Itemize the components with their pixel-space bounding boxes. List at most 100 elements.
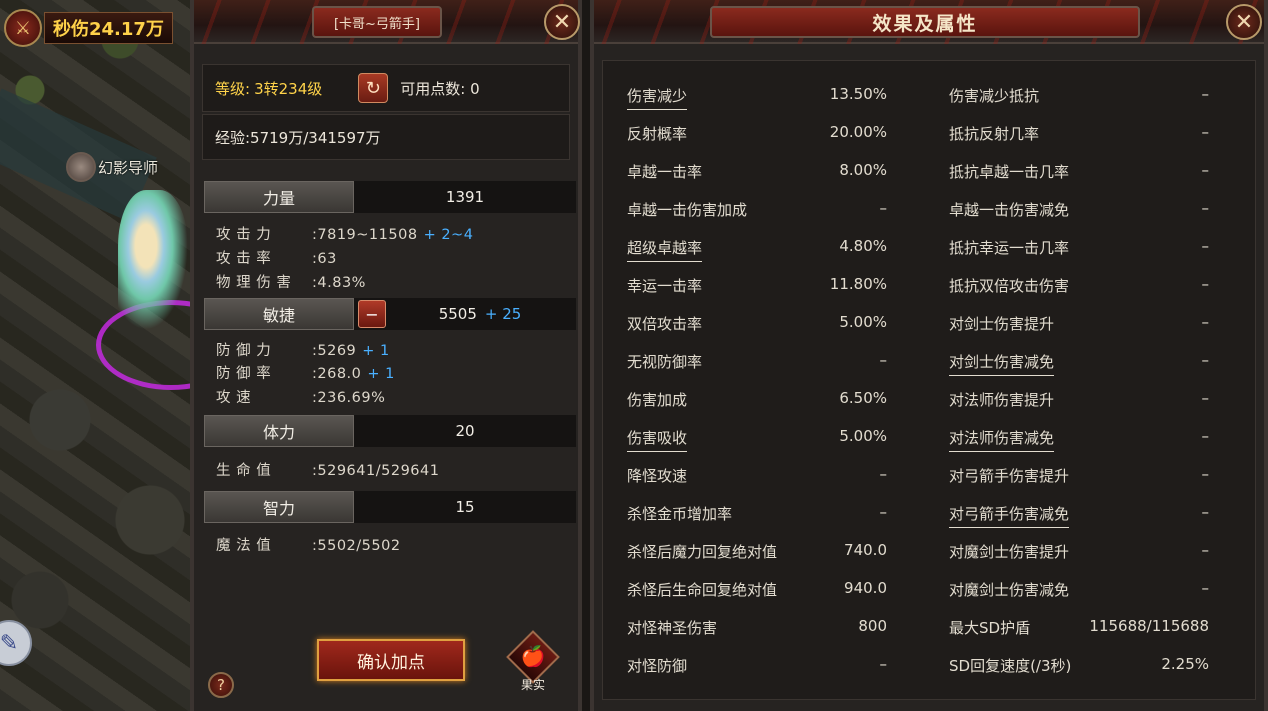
fruit-button[interactable]: 🍎 果实: [506, 630, 560, 692]
attr-row: 超级卓越率 4.80%: [627, 237, 887, 262]
energy-value: 15: [455, 498, 475, 516]
exp-box: 经验:5719万/341597万: [202, 114, 570, 160]
attr-row: 对剑士伤害提升 –: [949, 313, 1209, 335]
attr-value: 2.25%: [1161, 655, 1209, 673]
game-scene[interactable]: ⚔ 秒伤24.17万 幻影导师 ✎: [0, 0, 190, 711]
attr-name: 对弓箭手伤害提升: [949, 467, 1070, 485]
close-icon[interactable]: ✕: [1226, 4, 1262, 40]
attr-value: –: [1201, 85, 1210, 103]
attr-row: 伤害减少抵抗 –: [949, 85, 1209, 107]
attr-row: 幸运一击率 11.80%: [627, 275, 887, 297]
sub-val: :268.0: [312, 366, 362, 382]
attr-value: –: [879, 351, 888, 369]
attr-value: –: [879, 199, 888, 217]
attr-row: 抵抗幸运一击几率 –: [949, 237, 1209, 259]
attr-value: –: [879, 655, 888, 673]
close-icon[interactable]: ✕: [544, 4, 580, 40]
sub-key: 防 御 率: [216, 366, 272, 382]
attr-value: 20.00%: [829, 123, 887, 141]
attr-name: 卓越一击伤害加成: [627, 201, 748, 219]
attr-name[interactable]: 对法师伤害减免: [949, 427, 1055, 452]
attr-row: 对弓箭手伤害减免 –: [949, 503, 1209, 528]
dps-label: 秒伤24.17万: [44, 12, 173, 44]
panel-header: 效果及属性 ✕: [594, 0, 1264, 44]
attr-name: 杀怪金币增加率: [627, 505, 733, 523]
level-box: 等级: 3转234级 ↻ 可用点数: 0: [202, 64, 570, 112]
sub-key: 攻 击 率: [216, 251, 272, 267]
attr-row: 杀怪后生命回复绝对值 940.0: [627, 579, 887, 601]
attr-row: 杀怪后魔力回复绝对值 740.0: [627, 541, 887, 563]
attr-row: 对怪神圣伤害 800: [627, 617, 887, 639]
attr-value: –: [1201, 541, 1210, 559]
sub-val: :7819~11508: [312, 227, 418, 243]
npc-tag[interactable]: 幻影导师: [66, 152, 158, 182]
strength-value: 1391: [445, 188, 485, 206]
attr-name: 幸运一击率: [627, 277, 703, 295]
attr-name: 对怪神圣伤害: [627, 619, 718, 637]
attr-name: SD回复速度(/3秒): [949, 657, 1072, 675]
attr-name: 对魔剑士伤害提升: [949, 543, 1070, 561]
sub-key: 生 命 值: [216, 463, 272, 479]
attr-name[interactable]: 对剑士伤害减免: [949, 351, 1055, 376]
attr-name: 降怪攻速: [627, 467, 688, 485]
sub-key: 攻 速: [216, 390, 252, 406]
stat-row-energy: 智力 15: [204, 491, 576, 523]
attr-row: 抵抗反射几率 –: [949, 123, 1209, 145]
chat-icon[interactable]: ✎: [0, 620, 32, 666]
agility-button[interactable]: 敏捷: [204, 298, 354, 330]
attr-row: 抵抗卓越一击几率 –: [949, 161, 1209, 183]
attr-name: 杀怪后生命回复绝对值: [627, 581, 778, 599]
attr-value: –: [1201, 427, 1210, 445]
attr-value: 115688/115688: [1089, 617, 1209, 635]
attributes-panel: 效果及属性 ✕ 伤害减少 13.50% 反射概率 20.00% 卓越一击率 8.00% 卓越…: [590, 0, 1268, 711]
sub-key: 魔 法 值: [216, 538, 272, 554]
panel-header: [卡哥~弓箭手] ✕: [194, 0, 580, 44]
attr-value: –: [1201, 313, 1210, 331]
attr-row: 伤害加成 6.50%: [627, 389, 887, 411]
vitality-value: 20: [455, 422, 475, 440]
attr-row: 伤害减少 13.50%: [627, 85, 887, 110]
reset-points-button[interactable]: ↻: [358, 73, 389, 103]
npc-name: 幻影导师: [98, 158, 159, 177]
attr-row: 卓越一击伤害减免 –: [949, 199, 1209, 221]
energy-button[interactable]: 智力: [204, 491, 354, 523]
attr-name: 双倍攻击率: [627, 315, 703, 333]
stat-row-strength: 力量 1391: [204, 181, 576, 213]
attr-name[interactable]: 超级卓越率: [627, 237, 703, 262]
strength-button[interactable]: 力量: [204, 181, 354, 213]
attr-name: 抵抗反射几率: [949, 125, 1040, 143]
attr-row: 卓越一击伤害加成 –: [627, 199, 887, 221]
attr-row: 降怪攻速 –: [627, 465, 887, 487]
sub-val: :529641/529641: [312, 463, 440, 479]
sub-key: 攻 击 力: [216, 227, 272, 243]
attr-row: SD回复速度(/3秒) 2.25%: [949, 655, 1209, 677]
sub-key: 防 御 力: [216, 343, 272, 359]
sub-hp: 生 命 值 :529641/529641: [216, 459, 439, 480]
sub-val: :5502/5502: [312, 538, 401, 554]
attr-name: 无视防御率: [627, 353, 703, 371]
npc-icon: [66, 152, 96, 182]
vitality-button[interactable]: 体力: [204, 415, 354, 447]
attr-name[interactable]: 伤害减少: [627, 85, 688, 110]
attr-name[interactable]: 伤害吸收: [627, 427, 688, 452]
attributes-list: 伤害减少 13.50% 反射概率 20.00% 卓越一击率 8.00% 卓越一击伤害加成 – 超…: [602, 60, 1256, 700]
fruit-label: 果实: [520, 678, 545, 692]
help-button[interactable]: ?: [208, 672, 234, 698]
player-character[interactable]: [118, 190, 188, 330]
confirm-points-button[interactable]: 确认加点: [317, 639, 465, 681]
attr-name: 伤害减少抵抗: [949, 87, 1040, 105]
attr-name[interactable]: 对弓箭手伤害减免: [949, 503, 1070, 528]
attr-value: 11.80%: [829, 275, 887, 293]
attr-name: 反射概率: [627, 125, 688, 143]
attr-value: –: [1201, 123, 1210, 141]
attr-value: –: [1201, 275, 1210, 293]
attr-row: 无视防御率 –: [627, 351, 887, 373]
attr-row: 对魔剑士伤害减免 –: [949, 579, 1209, 601]
attr-value: –: [1201, 389, 1210, 407]
exp-label: 经验:5719万/341597万: [215, 128, 381, 147]
stat-row-vitality: 体力 20: [204, 415, 576, 447]
attr-name: 卓越一击伤害减免: [949, 201, 1070, 219]
character-panel: [卡哥~弓箭手] ✕ 等级: 3转234级 ↻ 可用点数: 0 经验:5719万…: [190, 0, 582, 711]
attr-value: 5.00%: [839, 313, 887, 331]
sub-defense: 防 御 力:5269 + 1: [216, 339, 390, 360]
